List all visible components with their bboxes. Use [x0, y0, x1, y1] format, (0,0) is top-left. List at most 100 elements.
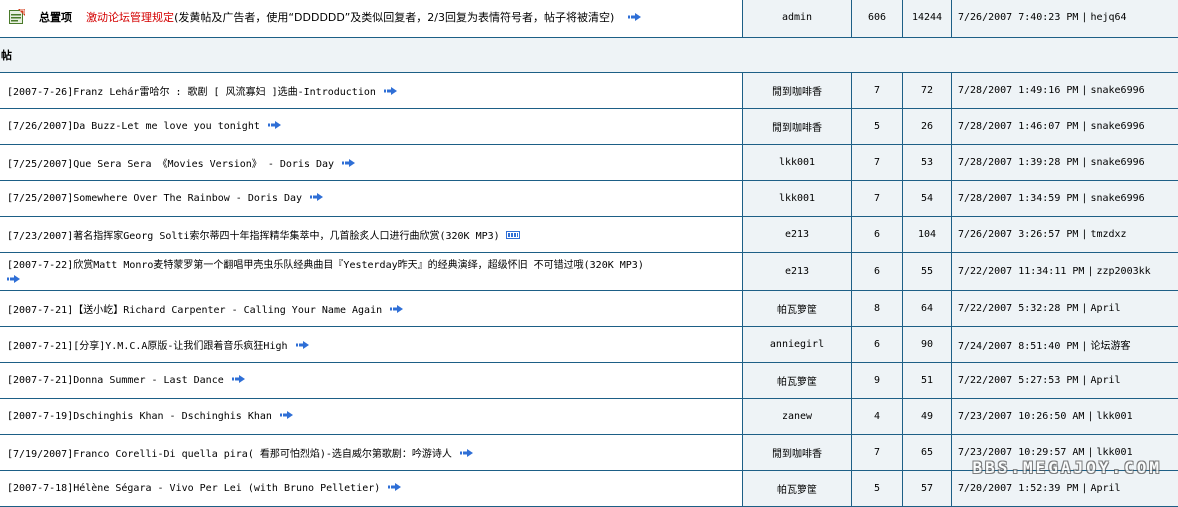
thread-title-link[interactable]: [2007-7-19]Dschinghis Khan - Dschinghis …: [7, 411, 272, 422]
thread-title-cell: [2007-7-19]Dschinghis Khan - Dschinghis …: [0, 399, 743, 435]
thread-author[interactable]: 閒到咖啡香: [743, 435, 852, 471]
thread-title-link[interactable]: [2007-7-21]【送小屹】Richard Carpenter - Call…: [7, 305, 382, 316]
go-to-last-post-icon[interactable]: [460, 449, 473, 457]
section-header: 帖: [0, 38, 1178, 73]
thread-row: [7/25/2007]Que Sera Sera 《Movies Version…: [0, 145, 1178, 181]
thread-replies: 5: [852, 109, 903, 145]
thread-last-post: 7/26/2007 3:26:57 PM|tmzdxz: [952, 217, 1178, 253]
go-to-last-post-icon[interactable]: [7, 275, 20, 283]
thread-author[interactable]: lkk001: [743, 145, 852, 181]
go-to-last-post-icon[interactable]: [268, 121, 281, 129]
thread-author[interactable]: 帕瓦箩筐: [743, 291, 852, 327]
thread-replies: 6: [852, 253, 903, 291]
thread-replies: 6: [852, 217, 903, 253]
thread-author[interactable]: lkk001: [743, 181, 852, 217]
last-post-user[interactable]: snake6996: [1090, 121, 1144, 132]
thread-replies: 9: [852, 363, 903, 399]
thread-title-link[interactable]: [7/19/2007]Franco Corelli-Di quella pira…: [7, 449, 452, 460]
last-post-user[interactable]: tmzdxz: [1090, 229, 1126, 240]
thread-title-link[interactable]: [2007-7-21][分享]Y.M.C.A原版-让我们跟着音乐疯狂High: [7, 341, 288, 352]
last-post-time: 7/22/2007 11:34:11 PM: [958, 266, 1084, 277]
last-post-time: 7/26/2007 7:40:23 PM: [958, 12, 1078, 23]
thread-replies: 7: [852, 181, 903, 217]
pinned-title-cell: 总置项 激动论坛管理规定(发黄帖及广告者，使用“DDDDDD”及类似回复者，2/…: [0, 0, 743, 38]
thread-views: 72: [903, 73, 952, 109]
last-post-user[interactable]: zzp2003kk: [1096, 266, 1150, 277]
last-post-time: 7/23/2007 10:29:57 AM: [958, 447, 1084, 458]
thread-last-post: 7/28/2007 1:34:59 PM|snake6996: [952, 181, 1178, 217]
last-post-user[interactable]: 论坛游客: [1090, 341, 1130, 352]
thread-title-link[interactable]: [7/25/2007]Somewhere Over The Rainbow - …: [7, 193, 302, 204]
go-to-last-post-icon[interactable]: [310, 193, 323, 201]
thread-replies: 4: [852, 399, 903, 435]
thread-title-link[interactable]: [7/23/2007]著名指挥家Georg Solti索尔蒂四十年指挥精华集萃中…: [7, 231, 500, 242]
go-to-last-post-icon[interactable]: [232, 375, 245, 383]
last-post-time: 7/22/2007 5:32:28 PM: [958, 303, 1078, 314]
last-post-time: 7/28/2007 1:49:16 PM: [958, 85, 1078, 96]
last-post-user[interactable]: lkk001: [1096, 447, 1132, 458]
thread-views: 57: [903, 471, 952, 507]
thread-replies: 7: [852, 73, 903, 109]
thread-views: 49: [903, 399, 952, 435]
thread-row: [2007-7-21][分享]Y.M.C.A原版-让我们跟着音乐疯狂High a…: [0, 327, 1178, 363]
last-post-time: 7/24/2007 8:51:40 PM: [958, 341, 1078, 352]
section-header-row: 帖: [0, 38, 1178, 73]
thread-title-link[interactable]: [7/25/2007]Que Sera Sera 《Movies Version…: [7, 159, 334, 170]
thread-replies: 6: [852, 327, 903, 363]
last-post-time: 7/23/2007 10:26:50 AM: [958, 411, 1084, 422]
pinned-views: 14244: [903, 0, 952, 38]
last-post-user[interactable]: snake6996: [1090, 157, 1144, 168]
last-post-user[interactable]: hejq64: [1090, 12, 1126, 23]
thread-views: 51: [903, 363, 952, 399]
last-post-user[interactable]: snake6996: [1090, 85, 1144, 96]
thread-row: [2007-7-19]Dschinghis Khan - Dschinghis …: [0, 399, 1178, 435]
thread-author[interactable]: 帕瓦箩筐: [743, 363, 852, 399]
thread-author[interactable]: e213: [743, 253, 852, 291]
thread-row: [7/25/2007]Somewhere Over The Rainbow - …: [0, 181, 1178, 217]
thread-title-cell: [7/23/2007]著名指挥家Georg Solti索尔蒂四十年指挥精华集萃中…: [0, 217, 743, 253]
go-to-last-post-icon[interactable]: [390, 305, 403, 313]
thread-title-cell: [7/26/2007]Da Buzz-Let me love you tonig…: [0, 109, 743, 145]
thread-title-cell: [2007-7-21][分享]Y.M.C.A原版-让我们跟着音乐疯狂High: [0, 327, 743, 363]
thread-title-link[interactable]: [7/26/2007]Da Buzz-Let me love you tonig…: [7, 121, 260, 132]
go-to-last-post-icon[interactable]: [388, 483, 401, 491]
thread-last-post: 7/28/2007 1:39:28 PM|snake6996: [952, 145, 1178, 181]
thread-row: [7/26/2007]Da Buzz-Let me love you tonig…: [0, 109, 1178, 145]
new-post-icon: [506, 231, 520, 239]
thread-author[interactable]: 閒到咖啡香: [743, 109, 852, 145]
go-to-last-post-icon[interactable]: [628, 13, 641, 21]
thread-row: [2007-7-21]【送小屹】Richard Carpenter - Call…: [0, 291, 1178, 327]
thread-last-post: 7/22/2007 5:27:53 PM|April: [952, 363, 1178, 399]
pinned-rules-link[interactable]: 激动论坛管理规定: [86, 11, 174, 24]
thread-row: [7/23/2007]著名指挥家Georg Solti索尔蒂四十年指挥精华集萃中…: [0, 217, 1178, 253]
thread-author[interactable]: e213: [743, 217, 852, 253]
last-post-user[interactable]: snake6996: [1090, 193, 1144, 204]
thread-author[interactable]: 閒到咖啡香: [743, 73, 852, 109]
thread-views: 54: [903, 181, 952, 217]
thread-row: [2007-7-22]欣赏Matt Monro麦特蒙罗第一个翻唱甲壳虫乐队经典曲…: [0, 253, 1178, 291]
thread-title-cell: [2007-7-18]Hélène Ségara - Vivo Per Lei …: [0, 471, 743, 507]
pinned-last-post: 7/26/2007 7:40:23 PM|hejq64: [952, 0, 1178, 38]
go-to-last-post-icon[interactable]: [296, 341, 309, 349]
thread-row: [2007-7-26]Franz Lehár雷哈尔 : 歌剧 [ 风流寡妇 ]选…: [0, 73, 1178, 109]
site-watermark: BBS.MEGAJOY.COM: [973, 458, 1163, 477]
thread-views: 64: [903, 291, 952, 327]
thread-title-link[interactable]: [2007-7-26]Franz Lehár雷哈尔 : 歌剧 [ 风流寡妇 ]选…: [7, 87, 376, 98]
thread-author[interactable]: anniegirl: [743, 327, 852, 363]
pinned-author[interactable]: admin: [743, 0, 852, 38]
thread-title-cell: [2007-7-21]【送小屹】Richard Carpenter - Call…: [0, 291, 743, 327]
thread-title-link[interactable]: [2007-7-21]Donna Summer - Last Dance: [7, 375, 224, 386]
last-post-user[interactable]: April: [1090, 303, 1120, 314]
thread-author[interactable]: zanew: [743, 399, 852, 435]
thread-list-table: 总置项 激动论坛管理规定(发黄帖及广告者，使用“DDDDDD”及类似回复者，2/…: [0, 0, 1178, 507]
last-post-user[interactable]: lkk001: [1096, 411, 1132, 422]
thread-author[interactable]: 帕瓦箩筐: [743, 471, 852, 507]
go-to-last-post-icon[interactable]: [280, 411, 293, 419]
last-post-user[interactable]: April: [1090, 375, 1120, 386]
thread-title-link[interactable]: [2007-7-22]欣赏Matt Monro麦特蒙罗第一个翻唱甲壳虫乐队经典曲…: [7, 260, 644, 271]
thread-title-cell: [2007-7-26]Franz Lehár雷哈尔 : 歌剧 [ 风流寡妇 ]选…: [0, 73, 743, 109]
go-to-last-post-icon[interactable]: [342, 159, 355, 167]
go-to-last-post-icon[interactable]: [384, 87, 397, 95]
pinned-replies: 606: [852, 0, 903, 38]
thread-views: 90: [903, 327, 952, 363]
